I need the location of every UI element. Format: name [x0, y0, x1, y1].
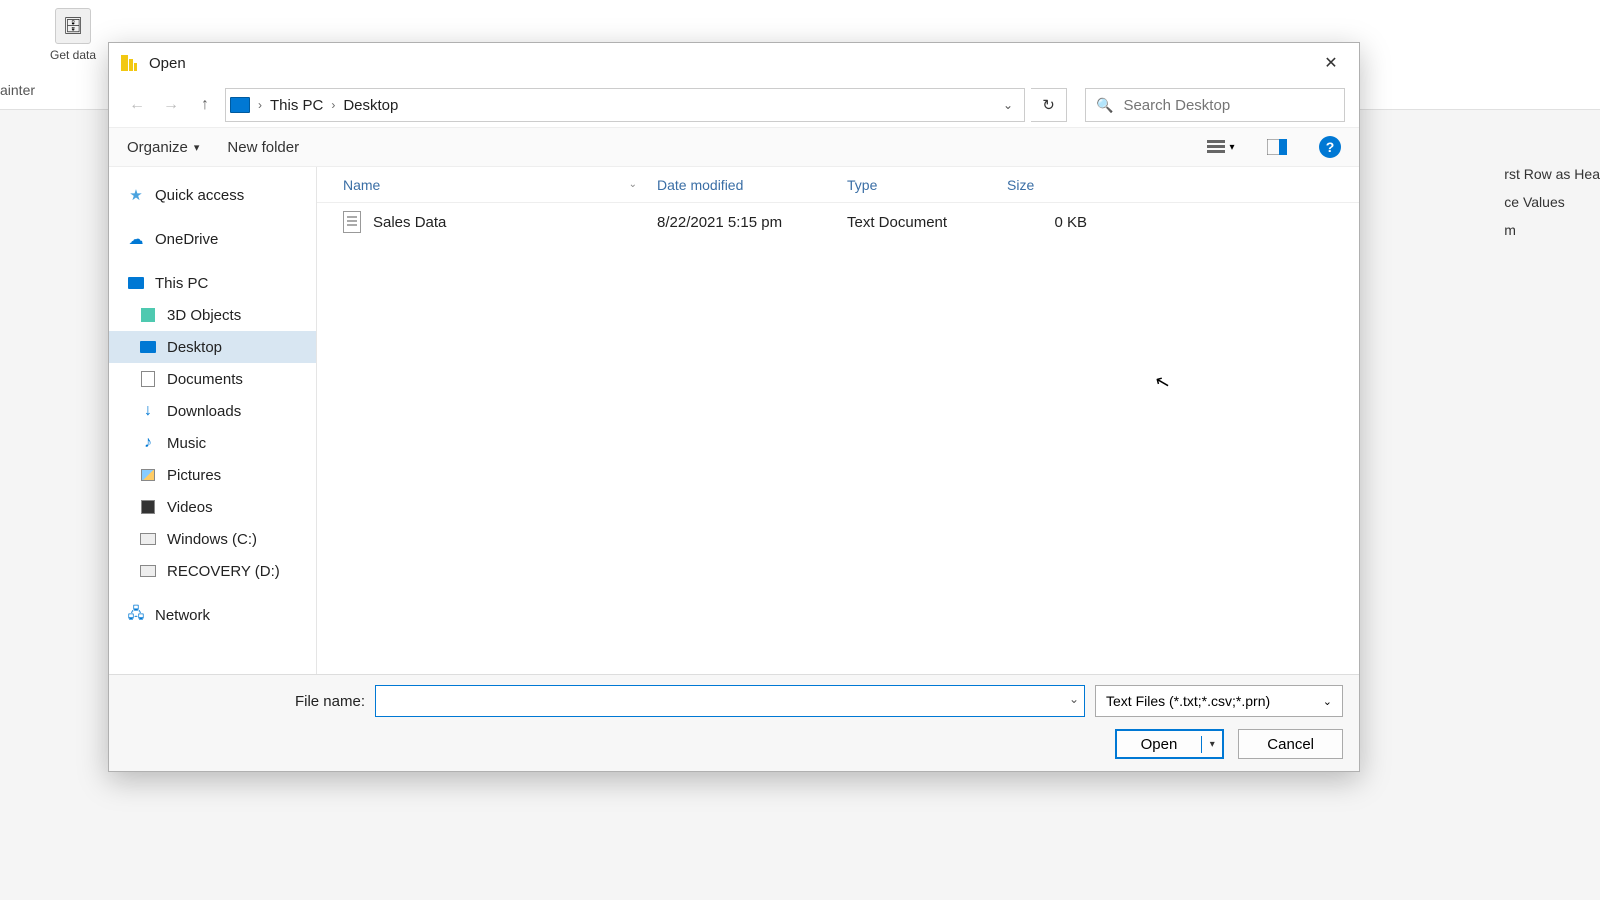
- new-folder-button[interactable]: New folder: [227, 139, 299, 156]
- view-mode-button[interactable]: ▾: [1207, 134, 1235, 160]
- file-list-pane: Name ⌄ Date modified Type Size Sales Dat…: [317, 167, 1359, 674]
- folder-tree: ★ Quick access ☁ OneDrive This PC 3D Obj…: [109, 167, 317, 674]
- toolbar: Organize ▾ New folder ▾ ?: [109, 127, 1359, 167]
- file-date: 8/22/2021 5:15 pm: [657, 214, 847, 231]
- ribbon-get-data-label: Get data: [50, 48, 96, 62]
- video-icon: [139, 498, 157, 516]
- back-button[interactable]: ←: [123, 91, 151, 119]
- address-dropdown[interactable]: ⌄: [996, 98, 1020, 112]
- pc-icon: [230, 97, 250, 113]
- monitor-icon: [127, 274, 145, 292]
- address-bar[interactable]: › This PC › Desktop ⌄: [225, 88, 1025, 122]
- sidebar-this-pc[interactable]: This PC: [109, 267, 316, 299]
- organize-menu[interactable]: Organize ▾: [127, 139, 199, 156]
- monitor-icon: [139, 338, 157, 356]
- file-type-filter[interactable]: Text Files (*.txt;*.csv;*.prn) ⌄: [1095, 685, 1343, 717]
- file-rows: Sales Data 8/22/2021 5:15 pm Text Docume…: [317, 203, 1359, 674]
- sidebar-downloads[interactable]: ↓ Downloads: [109, 395, 316, 427]
- ribbon-get-data[interactable]: 🗄 Get data: [50, 8, 96, 101]
- file-name: Sales Data: [373, 214, 446, 231]
- search-icon: 🔍: [1096, 97, 1113, 114]
- breadcrumb-this-pc[interactable]: This PC: [270, 97, 323, 114]
- column-headers: Name ⌄ Date modified Type Size: [317, 167, 1359, 203]
- filename-label: File name:: [125, 693, 365, 710]
- sidebar-onedrive[interactable]: ☁ OneDrive: [109, 223, 316, 255]
- sidebar-3d-objects[interactable]: 3D Objects: [109, 299, 316, 331]
- breadcrumb-desktop[interactable]: Desktop: [343, 97, 398, 114]
- file-type: Text Document: [847, 214, 1007, 231]
- dialog-footer: File name: ⌄ Text Files (*.txt;*.csv;*.p…: [109, 674, 1359, 771]
- dialog-body: ★ Quick access ☁ OneDrive This PC 3D Obj…: [109, 167, 1359, 674]
- sort-indicator-icon: ⌄: [629, 179, 637, 190]
- preview-pane-button[interactable]: [1263, 134, 1291, 160]
- sidebar-pictures[interactable]: Pictures: [109, 459, 316, 491]
- column-name[interactable]: Name ⌄: [317, 177, 657, 193]
- cancel-button[interactable]: Cancel: [1238, 729, 1343, 759]
- dialog-title: Open: [149, 55, 1311, 72]
- sidebar-drive-d[interactable]: RECOVERY (D:): [109, 555, 316, 587]
- close-button[interactable]: ✕: [1311, 47, 1351, 79]
- search-box[interactable]: 🔍: [1085, 88, 1345, 122]
- sidebar-quick-access[interactable]: ★ Quick access: [109, 179, 316, 211]
- column-date[interactable]: Date modified: [657, 177, 847, 193]
- up-button[interactable]: ↑: [191, 91, 219, 119]
- music-icon: ♪: [139, 434, 157, 452]
- chevron-down-icon: ▾: [194, 141, 200, 154]
- text-file-icon: [343, 211, 361, 233]
- help-button[interactable]: ?: [1319, 136, 1341, 158]
- sidebar-drive-c[interactable]: Windows (C:): [109, 523, 316, 555]
- sidebar-music[interactable]: ♪ Music: [109, 427, 316, 459]
- chevron-down-icon: ▾: [1229, 142, 1234, 153]
- open-file-dialog: Open ✕ ← → ↑ › This PC › Desktop ⌄ ↻ 🔍 O…: [108, 42, 1360, 772]
- star-icon: ★: [127, 186, 145, 204]
- download-icon: ↓: [139, 402, 157, 420]
- filename-input[interactable]: [375, 685, 1085, 717]
- chevron-right-icon: ›: [331, 98, 335, 112]
- titlebar: Open ✕: [109, 43, 1359, 83]
- filename-dropdown[interactable]: ⌄: [1069, 692, 1079, 706]
- open-button[interactable]: Open ▾: [1115, 729, 1225, 759]
- painter-label-fragment: ainter: [0, 82, 35, 98]
- app-icon: [119, 53, 139, 73]
- file-row[interactable]: Sales Data 8/22/2021 5:15 pm Text Docume…: [317, 203, 1359, 241]
- database-icon: 🗄: [55, 8, 91, 44]
- drive-icon: [139, 562, 157, 580]
- background-right-text: rst Row as Hea ce Values m: [1504, 160, 1600, 244]
- cube-icon: [139, 306, 157, 324]
- cloud-icon: ☁: [127, 230, 145, 248]
- picture-icon: [139, 466, 157, 484]
- navigation-bar: ← → ↑ › This PC › Desktop ⌄ ↻ 🔍: [109, 83, 1359, 127]
- chevron-down-icon: ⌄: [1323, 695, 1332, 708]
- refresh-button[interactable]: ↻: [1031, 88, 1067, 122]
- document-icon: [139, 370, 157, 388]
- close-icon: ✕: [1324, 53, 1337, 73]
- sidebar-desktop[interactable]: Desktop: [109, 331, 316, 363]
- chevron-right-icon: ›: [258, 98, 262, 112]
- network-icon: 🖧: [127, 606, 145, 624]
- sidebar-network[interactable]: 🖧 Network: [109, 599, 316, 631]
- forward-button[interactable]: →: [157, 91, 185, 119]
- sidebar-documents[interactable]: Documents: [109, 363, 316, 395]
- column-type[interactable]: Type: [847, 177, 1007, 193]
- drive-icon: [139, 530, 157, 548]
- column-size[interactable]: Size: [1007, 177, 1107, 193]
- search-input[interactable]: [1123, 97, 1334, 114]
- open-split-dropdown[interactable]: ▾: [1202, 739, 1222, 750]
- sidebar-videos[interactable]: Videos: [109, 491, 316, 523]
- file-size: 0 KB: [1007, 214, 1107, 231]
